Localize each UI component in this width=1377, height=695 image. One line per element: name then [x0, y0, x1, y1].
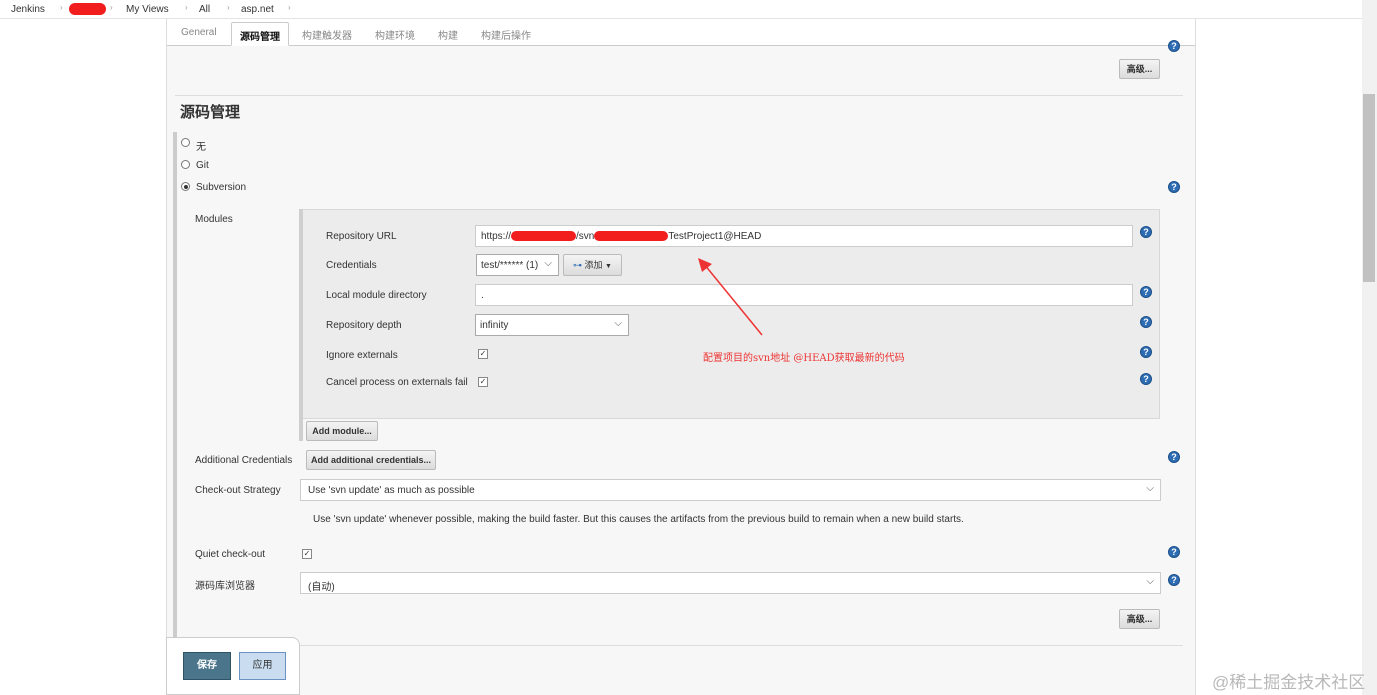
- chevron-right-icon: ›: [110, 3, 113, 12]
- annotation-arrow: [698, 258, 763, 336]
- repo-browser-value: (自动): [308, 582, 335, 593]
- advanced-button-top[interactable]: 高级...: [1119, 59, 1160, 79]
- ignore-externals-checkbox[interactable]: ✓: [478, 349, 488, 359]
- modules-label: Modules: [195, 214, 233, 225]
- section-indent-bar: [173, 132, 177, 637]
- help-icon[interactable]: ?: [1140, 316, 1152, 328]
- additional-credentials-label: Additional Credentials: [195, 455, 293, 466]
- redacted-mark: [69, 3, 106, 15]
- radio-subversion[interactable]: [181, 182, 190, 191]
- quiet-checkout-checkbox[interactable]: ✓: [302, 549, 312, 559]
- radio-git-label: Git: [196, 160, 209, 171]
- apply-button[interactable]: 应用: [239, 652, 286, 680]
- chevron-down-icon: ⌵: [614, 318, 622, 329]
- repository-depth-select[interactable]: infinity ⌵: [475, 314, 629, 336]
- chevron-right-icon: ›: [185, 3, 188, 12]
- breadcrumb-my-views[interactable]: My Views: [126, 4, 169, 15]
- repository-depth-value: infinity: [480, 320, 509, 331]
- tab-post-build[interactable]: 构建后操作: [481, 27, 531, 42]
- annotation-text: 配置项目的svn地址 @HEAD获取最新的代码: [703, 353, 905, 364]
- repository-url-label: Repository URL: [326, 231, 397, 242]
- breadcrumb-all[interactable]: All: [199, 4, 210, 15]
- radio-subversion-label: Subversion: [196, 182, 247, 193]
- help-icon[interactable]: ?: [1168, 40, 1180, 52]
- advanced-button-bottom[interactable]: 高级...: [1119, 609, 1160, 629]
- tab-build-env[interactable]: 构建环境: [375, 27, 415, 42]
- scrollbar-thumb[interactable]: [1363, 94, 1375, 282]
- quiet-checkout-label: Quiet check-out: [195, 549, 266, 560]
- chevron-down-icon: ⌵: [1146, 576, 1154, 587]
- tab-scm[interactable]: 源码管理: [231, 22, 289, 46]
- credentials-select[interactable]: test/****** (1) ⌵: [476, 254, 559, 276]
- repository-url-suffix: TestProject1@HEAD: [668, 231, 762, 242]
- divider: [175, 95, 1183, 96]
- left-divider: [166, 19, 167, 695]
- save-button[interactable]: 保存: [183, 652, 231, 680]
- credentials-value: test/****** (1): [481, 260, 539, 271]
- repo-browser-select[interactable]: (自动) ⌵: [300, 572, 1161, 594]
- key-icon: ⊶: [573, 260, 582, 270]
- radio-none[interactable]: [181, 138, 190, 147]
- section-title: 源码管理: [180, 104, 241, 121]
- help-icon[interactable]: ?: [1140, 346, 1152, 358]
- caret-down-icon: ▼: [605, 263, 612, 270]
- help-icon[interactable]: ?: [1140, 226, 1152, 238]
- checkout-strategy-select[interactable]: Use 'svn update' as much as possible ⌵: [300, 479, 1161, 501]
- tab-build-triggers[interactable]: 构建触发器: [302, 27, 352, 42]
- add-credentials-button[interactable]: ⊶ 添加 ▼: [563, 254, 622, 276]
- chevron-down-icon: ⌵: [544, 258, 552, 269]
- add-button-label: 添加: [584, 260, 603, 270]
- credentials-label: Credentials: [326, 260, 377, 271]
- checkout-strategy-label: Check-out Strategy: [195, 485, 281, 496]
- right-divider: [1195, 19, 1196, 695]
- add-module-button[interactable]: Add module...: [306, 421, 378, 441]
- help-icon[interactable]: ?: [1168, 546, 1180, 558]
- repository-url-mid: /svn: [576, 231, 595, 242]
- help-icon[interactable]: ?: [1168, 574, 1180, 586]
- repo-browser-label: 源码库浏览器: [195, 581, 255, 592]
- help-icon[interactable]: ?: [1140, 373, 1152, 385]
- chevron-down-icon: ⌵: [1146, 483, 1154, 494]
- checkout-strategy-value: Use 'svn update' as much as possible: [308, 485, 475, 496]
- repository-depth-label: Repository depth: [326, 320, 402, 331]
- cancel-externals-checkbox[interactable]: ✓: [478, 377, 488, 387]
- redacted-mark: [594, 231, 669, 242]
- help-icon[interactable]: ?: [1168, 181, 1180, 193]
- chevron-right-icon: ›: [288, 3, 291, 12]
- redacted-mark: [511, 231, 577, 242]
- checkout-strategy-description: Use 'svn update' whenever possible, maki…: [313, 514, 964, 525]
- repository-url-input[interactable]: https:// /svn TestProject1@HEAD: [475, 225, 1133, 247]
- divider: [175, 645, 1183, 646]
- breadcrumb: Jenkins › › My Views › All › asp.net ›: [0, 0, 1377, 19]
- tab-build[interactable]: 构建: [438, 27, 458, 42]
- help-icon[interactable]: ?: [1140, 286, 1152, 298]
- help-icon[interactable]: ?: [1168, 451, 1180, 463]
- radio-none-label: 无: [196, 142, 206, 153]
- module-indent-bar: [299, 209, 303, 441]
- cancel-externals-label: Cancel process on externals fail: [326, 377, 468, 388]
- watermark: @稀土掘金技术社区: [1212, 673, 1366, 692]
- ignore-externals-label: Ignore externals: [326, 350, 398, 361]
- local-module-label: Local module directory: [326, 290, 427, 301]
- tab-bar: General 源码管理 构建触发器 构建环境 构建 构建后操作: [167, 19, 1195, 46]
- tab-general[interactable]: General: [181, 27, 217, 38]
- radio-git[interactable]: [181, 160, 190, 169]
- local-module-input[interactable]: .: [475, 284, 1133, 306]
- chevron-right-icon: ›: [227, 3, 230, 12]
- breadcrumb-jenkins[interactable]: Jenkins: [11, 4, 45, 15]
- chevron-right-icon: ›: [60, 3, 63, 12]
- breadcrumb-asp-net[interactable]: asp.net: [241, 4, 274, 15]
- add-additional-credentials-button[interactable]: Add additional credentials...: [306, 450, 436, 470]
- repository-url-prefix: https://: [481, 231, 512, 242]
